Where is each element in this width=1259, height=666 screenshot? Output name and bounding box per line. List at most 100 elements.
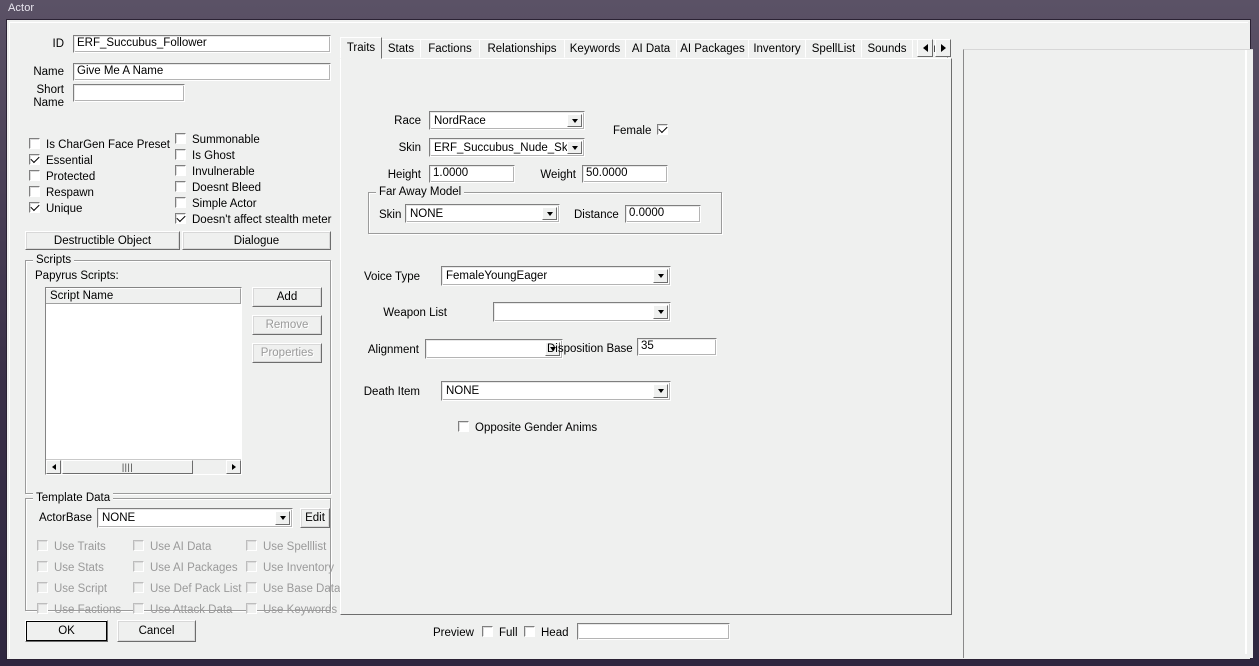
race-combo[interactable]: NordRace <box>429 111 585 130</box>
dialogue-button[interactable]: Dialogue <box>182 231 331 250</box>
checkbox-label-simple-actor: Simple Actor <box>192 198 257 210</box>
weight-input[interactable]: 50.0000 <box>582 165 668 183</box>
tab-scroll-left-arrow-icon[interactable] <box>917 39 933 57</box>
name-input[interactable]: Give Me A Name <box>73 63 331 81</box>
chevron-down-icon[interactable] <box>653 305 668 319</box>
chevron-down-icon[interactable] <box>653 269 668 283</box>
checkbox-is-ghost[interactable] <box>175 149 186 160</box>
height-input[interactable]: 1.0000 <box>429 165 515 183</box>
checkbox-label-use-ai-data: Use AI Data <box>150 541 212 553</box>
destructible-object-button[interactable]: Destructible Object <box>25 231 180 250</box>
tab-scroll-right-arrow-icon[interactable] <box>935 39 951 57</box>
voice-type-combo[interactable]: FemaleYoungEager <box>441 266 671 286</box>
female-checkbox[interactable] <box>657 124 668 135</box>
checkbox-label-protected: Protected <box>46 171 96 183</box>
checkbox-unique[interactable] <box>29 202 40 213</box>
female-label: Female <box>613 125 652 137</box>
death-item-combo[interactable]: NONE <box>441 381 671 401</box>
id-label: ID <box>52 38 65 50</box>
checkbox-label-doesn-t-affect-stealth-meter: Doesn't affect stealth meter <box>192 214 332 226</box>
left-pane: ID ERF_Succubus_Follower Name Give Me A … <box>18 31 340 642</box>
weapon-list-combo[interactable] <box>493 302 671 322</box>
checkbox-use-attack-data <box>133 603 144 614</box>
death-item-combo-value: NONE <box>446 385 480 397</box>
actorbase-combo[interactable]: NONE <box>97 508 293 528</box>
tab-traits[interactable]: Traits <box>340 37 382 59</box>
scroll-left-arrow-icon[interactable] <box>46 460 61 474</box>
chevron-down-icon[interactable] <box>567 141 582 154</box>
tab-relationships[interactable]: Relationships <box>479 39 565 58</box>
tab-spelllist[interactable]: SpellList <box>805 39 862 58</box>
far-away-skin-label: Skin <box>379 209 402 221</box>
template-data-group: Template Data ActorBase NONE Edit Use Tr… <box>25 492 340 616</box>
tab-keywords[interactable]: Keywords <box>564 39 626 58</box>
tab-sounds[interactable]: Sounds <box>861 39 913 58</box>
checkbox-doesn-t-affect-stealth-meter[interactable] <box>175 213 186 224</box>
scroll-right-arrow-icon[interactable] <box>226 460 241 474</box>
checkbox-use-factions <box>37 603 48 614</box>
preview-head-label: Head <box>541 627 569 639</box>
window-title: Actor <box>8 2 35 14</box>
checkbox-use-inventory <box>246 561 257 572</box>
preview-full-checkbox[interactable] <box>482 626 493 637</box>
checkbox-respawn[interactable] <box>29 186 40 197</box>
checkbox-label-use-stats: Use Stats <box>54 562 104 574</box>
checkbox-summonable[interactable] <box>175 133 186 144</box>
tab-stats[interactable]: Stats <box>381 39 421 58</box>
preview-label: Preview <box>433 627 474 639</box>
checkbox-doesnt-bleed[interactable] <box>175 181 186 192</box>
chevron-down-icon[interactable] <box>653 384 668 398</box>
checkbox-use-ai-data <box>133 540 144 551</box>
far-away-distance-input[interactable]: 0.0000 <box>625 205 701 223</box>
far-away-distance-label: Distance <box>574 209 619 221</box>
opposite-gender-anims-label: Opposite Gender Anims <box>475 422 598 434</box>
checkbox-use-base-data <box>246 582 257 593</box>
render-preview-pane[interactable] <box>963 49 1253 658</box>
race-combo-value: NordRace <box>434 114 486 127</box>
checkbox-simple-actor[interactable] <box>175 197 186 208</box>
scripts-column-header-script-name[interactable]: Script Name <box>46 288 241 303</box>
scrollbar-thumb[interactable]: |||| <box>62 460 193 474</box>
preview-head-checkbox[interactable] <box>524 626 535 637</box>
tab-factions[interactable]: Factions <box>420 39 480 58</box>
actor-dialog-inner: ID ERF_Succubus_Follower Name Give Me A … <box>9 22 1253 658</box>
checkbox-essential[interactable] <box>29 154 40 165</box>
checkbox-use-script <box>37 582 48 593</box>
chevron-down-icon[interactable] <box>542 207 557 220</box>
template-data-group-title: Template Data <box>33 492 114 504</box>
checkbox-invulnerable[interactable] <box>175 165 186 176</box>
checkbox-is-chargen-face-preset[interactable] <box>29 138 40 149</box>
skin-combo[interactable]: ERF_Succubus_Nude_Skin <box>429 138 585 157</box>
alignment-label: Alignment <box>367 344 419 356</box>
cancel-button[interactable]: Cancel <box>117 620 196 642</box>
actorbase-edit-button[interactable]: Edit <box>300 508 330 528</box>
checkbox-label-use-spelllist: Use Spelllist <box>263 541 327 553</box>
chevron-down-icon[interactable] <box>275 511 290 525</box>
preview-input[interactable] <box>577 623 730 640</box>
scripts-horizontal-scrollbar[interactable]: |||| <box>46 459 241 474</box>
far-away-skin-combo[interactable]: NONE <box>405 204 560 223</box>
chevron-down-icon[interactable] <box>567 114 582 127</box>
checkbox-use-stats <box>37 561 48 572</box>
tab-ai-packages[interactable]: AI Packages <box>676 39 749 58</box>
actorbase-label: ActorBase <box>39 512 93 524</box>
checkbox-use-ai-packages <box>133 561 144 572</box>
traits-tab-panel: Race NordRace Female Skin ERF_Succubus_N… <box>340 58 952 615</box>
id-input[interactable]: ERF_Succubus_Follower <box>73 35 331 53</box>
short-name-input[interactable] <box>73 84 185 102</box>
papyrus-scripts-caption: Papyrus Scripts: <box>35 270 119 282</box>
scripts-list-header: Script Name <box>46 288 241 304</box>
voice-type-label: Voice Type <box>363 271 420 283</box>
opposite-gender-anims-checkbox[interactable] <box>458 421 469 432</box>
scrollbar-thumb-grip-icon: |||| <box>121 462 134 472</box>
tab-ai-data[interactable]: AI Data <box>625 39 677 58</box>
script-properties-button: Properties <box>252 343 322 363</box>
checkbox-label-is-chargen-face-preset: Is CharGen Face Preset <box>46 139 170 151</box>
ok-button[interactable]: OK <box>25 620 108 642</box>
papyrus-scripts-list[interactable]: Script Name |||| <box>45 287 242 475</box>
add-script-button[interactable]: Add <box>252 287 322 307</box>
tab-inventory[interactable]: Inventory <box>748 39 806 58</box>
checkbox-protected[interactable] <box>29 170 40 181</box>
disposition-base-input[interactable]: 35 <box>637 338 717 356</box>
alignment-combo[interactable] <box>425 339 563 359</box>
